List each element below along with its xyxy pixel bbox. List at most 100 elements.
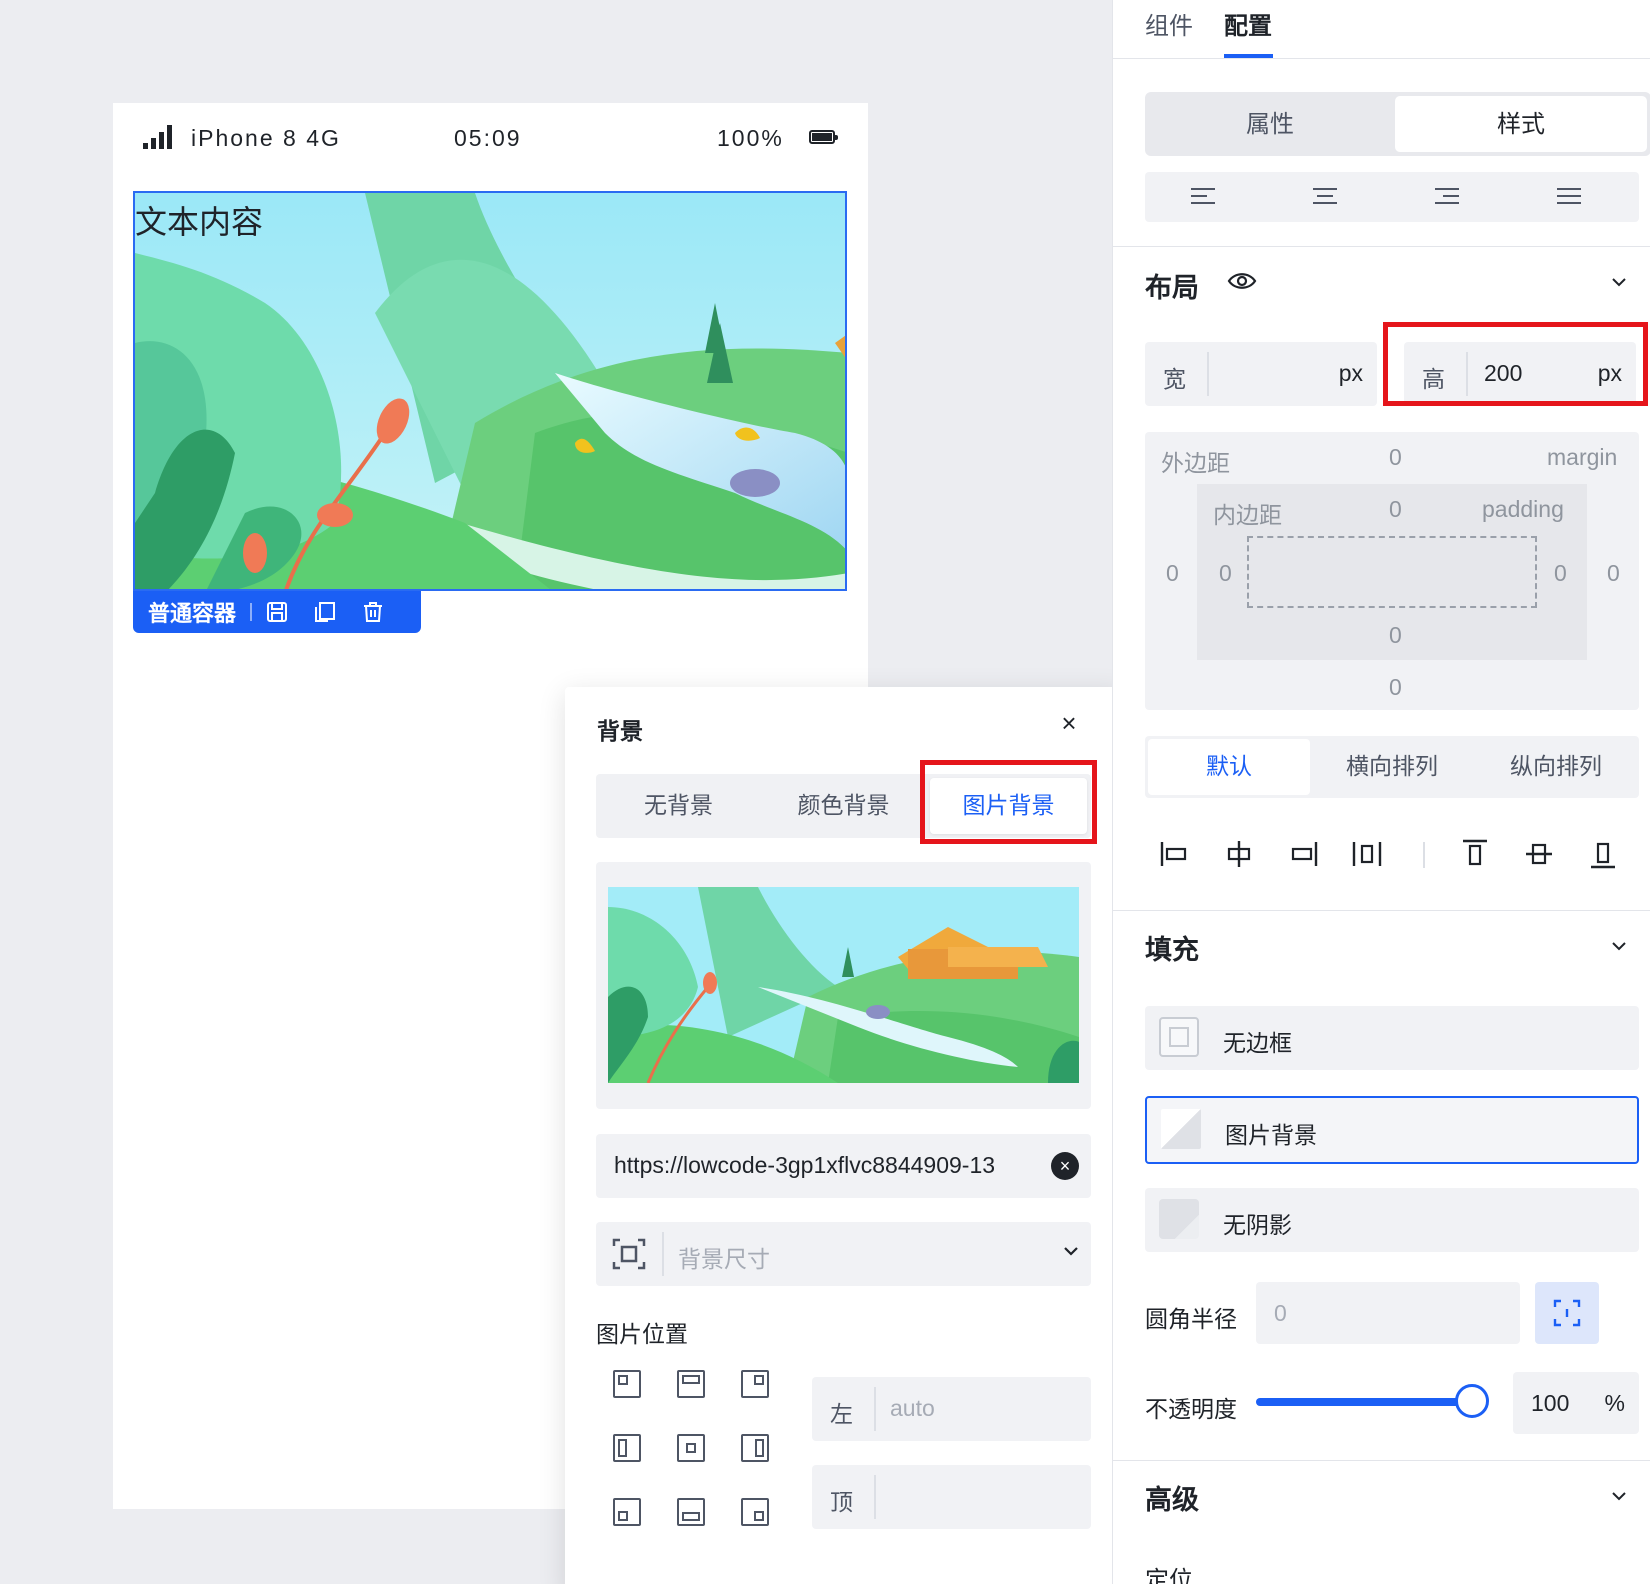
width-label: 宽	[1163, 367, 1186, 393]
justify-between-icon[interactable]	[1351, 838, 1383, 870]
opacity-slider-handle[interactable]	[1455, 1384, 1489, 1418]
tab-config[interactable]: 配置	[1224, 6, 1272, 41]
chevron-down-icon[interactable]	[1611, 938, 1627, 954]
radius-value: 0	[1274, 1300, 1287, 1326]
position-bottom-center[interactable]	[677, 1498, 705, 1526]
align-justify-icon[interactable]	[1557, 182, 1585, 210]
image-preview[interactable]	[596, 862, 1091, 1109]
padding-top-value[interactable]: 0	[1389, 496, 1402, 523]
delete-icon[interactable]	[362, 601, 384, 623]
component-name-label: 普通容器	[148, 602, 237, 627]
tab-horizontal[interactable]: 横向排列	[1310, 736, 1474, 798]
justify-end-icon[interactable]	[1287, 838, 1319, 870]
close-icon[interactable]: ×	[1055, 709, 1083, 737]
clear-icon[interactable]: ×	[1051, 1152, 1079, 1180]
align-top-icon[interactable]	[1459, 838, 1491, 870]
tab-color-background[interactable]: 颜色背景	[761, 774, 926, 838]
border-option-label: 无边框	[1223, 1031, 1292, 1057]
chevron-down-icon[interactable]	[1611, 274, 1627, 290]
image-position-label: 图片位置	[596, 1322, 688, 1348]
container-text[interactable]: 文本内容	[135, 197, 263, 243]
width-unit: px	[1338, 360, 1363, 386]
tab-no-background[interactable]: 无背景	[596, 774, 761, 838]
signal-icon	[143, 125, 177, 149]
position-bottom-right[interactable]	[741, 1498, 769, 1526]
shadow-option[interactable]: 无阴影	[1145, 1188, 1639, 1252]
padding-label: 内边距	[1213, 502, 1282, 528]
tab-default[interactable]: 默认	[1148, 739, 1310, 795]
align-middle-icon[interactable]	[1523, 838, 1555, 870]
background-size-select[interactable]: 背景尺寸	[596, 1222, 1091, 1286]
padding-bottom-value[interactable]: 0	[1389, 622, 1402, 649]
arrange-tabs: 默认 横向排列 纵向排列	[1145, 736, 1639, 798]
corner-radius-icon	[1553, 1299, 1581, 1327]
chevron-down-icon[interactable]	[1611, 1488, 1627, 1504]
status-bar: iPhone 8 4G 05:09 100%	[113, 103, 868, 173]
position-bottom-left[interactable]	[613, 1498, 641, 1526]
margin-top-value[interactable]: 0	[1389, 444, 1402, 471]
margin-right-value[interactable]: 0	[1607, 560, 1620, 587]
opacity-value: 100	[1531, 1390, 1570, 1416]
position-label: 定位	[1145, 1566, 1193, 1584]
position-center[interactable]	[677, 1434, 705, 1462]
margin-en-label: margin	[1547, 444, 1618, 470]
padding-left-value[interactable]: 0	[1219, 560, 1232, 587]
no-shadow-icon	[1159, 1199, 1199, 1239]
background-popover: 背景 × 无背景 颜色背景 图片背景 https://lowcode-3gp1x…	[565, 687, 1125, 1584]
position-left-input[interactable]: 左 auto	[812, 1377, 1091, 1441]
justify-center-icon[interactable]	[1223, 838, 1255, 870]
margin-left-value[interactable]: 0	[1166, 560, 1179, 587]
left-value: auto	[890, 1395, 935, 1421]
position-top-center[interactable]	[677, 1370, 705, 1398]
border-option[interactable]: 无边框	[1145, 1006, 1639, 1070]
align-bottom-icon[interactable]	[1587, 838, 1619, 870]
radius-label: 圆角半径	[1145, 1307, 1237, 1333]
tab-properties[interactable]: 属性	[1145, 92, 1395, 156]
align-left-icon[interactable]	[1191, 182, 1219, 210]
copy-icon[interactable]	[314, 601, 336, 623]
highlight-box	[920, 760, 1097, 844]
radius-corners-button[interactable]	[1535, 1282, 1599, 1344]
fill-section-title[interactable]: 填充	[1145, 928, 1199, 967]
position-center-left[interactable]	[613, 1434, 641, 1462]
justify-start-icon[interactable]	[1159, 838, 1191, 870]
tab-components[interactable]: 组件	[1145, 6, 1193, 41]
opacity-label: 不透明度	[1145, 1397, 1237, 1423]
image-background-icon	[1161, 1109, 1201, 1149]
battery-percent: 100%	[717, 125, 784, 151]
battery-icon	[809, 130, 838, 144]
tab-styles[interactable]: 样式	[1395, 96, 1647, 152]
shadow-option-label: 无阴影	[1223, 1213, 1292, 1239]
selected-container[interactable]: 文本内容	[133, 191, 847, 591]
align-center-icon[interactable]	[1313, 182, 1341, 210]
layout-section-title[interactable]: 布局	[1145, 266, 1199, 305]
landscape-background-image	[135, 193, 845, 589]
align-right-icon[interactable]	[1435, 182, 1463, 210]
position-top-input[interactable]: 顶	[812, 1465, 1091, 1529]
margin-label: 外边距	[1161, 450, 1230, 476]
eye-icon[interactable]	[1227, 270, 1257, 292]
text-align-toolbar	[1145, 172, 1639, 222]
margin-bottom-value[interactable]: 0	[1389, 674, 1402, 701]
advanced-section-title[interactable]: 高级	[1145, 1478, 1199, 1517]
radius-input[interactable]: 0	[1256, 1282, 1520, 1344]
left-label: 左	[830, 1402, 853, 1428]
opacity-slider-track[interactable]	[1256, 1398, 1474, 1406]
image-url-input[interactable]: https://lowcode-3gp1xflvc8844909-13 ×	[596, 1134, 1091, 1198]
opacity-input[interactable]: 100 %	[1513, 1372, 1639, 1434]
save-icon[interactable]	[266, 601, 288, 623]
padding-right-value[interactable]: 0	[1554, 560, 1567, 587]
position-center-right[interactable]	[741, 1434, 769, 1462]
mode-tabs: 属性 样式	[1145, 92, 1650, 156]
position-top-left[interactable]	[613, 1370, 641, 1398]
chevron-down-icon	[1064, 1247, 1078, 1256]
width-input[interactable]: 宽 px	[1145, 342, 1377, 406]
position-top-right[interactable]	[741, 1370, 769, 1398]
tab-vertical[interactable]: 纵向排列	[1474, 736, 1638, 798]
carrier-label: iPhone 8 4G	[191, 125, 341, 151]
no-border-icon	[1159, 1017, 1199, 1057]
popover-title: 背景	[597, 719, 643, 745]
component-toolbar: 普通容器	[133, 591, 421, 633]
padding-en-label: padding	[1482, 496, 1564, 522]
background-option[interactable]: 图片背景	[1145, 1096, 1639, 1164]
